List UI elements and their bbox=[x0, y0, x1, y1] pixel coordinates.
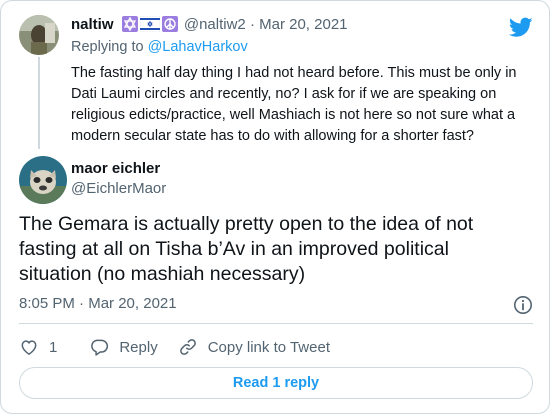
copy-link-button[interactable]: Copy link to Tweet bbox=[178, 337, 330, 357]
parent-author-name[interactable]: naltiw bbox=[71, 16, 114, 33]
tweet-date[interactable]: Mar 20, 2021 bbox=[88, 295, 176, 312]
peace-symbol-icon bbox=[161, 16, 178, 32]
reply-bubble-icon bbox=[91, 339, 109, 356]
copy-link-label: Copy link to Tweet bbox=[207, 338, 330, 356]
thread-connector-line bbox=[38, 57, 40, 149]
action-divider bbox=[19, 323, 533, 324]
parent-author-badges bbox=[121, 15, 178, 33]
heart-icon bbox=[21, 340, 37, 355]
replying-to-line: Replying to @LahavHarkov bbox=[71, 37, 248, 57]
timestamp-separator: · bbox=[79, 295, 85, 312]
info-icon[interactable] bbox=[513, 295, 533, 315]
twitter-bird-icon[interactable] bbox=[509, 15, 533, 39]
parent-tweet-text: The fasting half day thing I had not hea… bbox=[71, 65, 517, 144]
parent-tweet-header: naltiw @naltiw2 · Mar 20, 2021 bbox=[71, 15, 348, 35]
meta-separator: · bbox=[249, 16, 255, 33]
main-author-name[interactable]: maor eichler bbox=[71, 159, 160, 179]
reply-label: Reply bbox=[119, 338, 158, 356]
tweet-timestamp[interactable]: 8:05 PM · Mar 20, 2021 bbox=[19, 294, 177, 314]
tweet-embed-card: naltiw @naltiw2 · Mar 20, 2021 Replying … bbox=[0, 0, 550, 414]
main-author-handle[interactable]: @EichlerMaor bbox=[71, 179, 166, 199]
parent-tweet-date[interactable]: Mar 20, 2021 bbox=[259, 16, 347, 33]
parent-avatar[interactable] bbox=[19, 15, 59, 55]
star-of-david-icon bbox=[121, 16, 138, 32]
main-tweet-text: The Gemara is actually pretty open to th… bbox=[19, 213, 474, 285]
replying-to-link[interactable]: @LahavHarkov bbox=[148, 39, 248, 55]
replying-to-prefix: Replying to bbox=[71, 39, 144, 55]
like-count: 1 bbox=[49, 338, 58, 356]
tweet-actions-bar: 1 Reply Copy link to Tweet bbox=[19, 336, 330, 358]
parent-author-handle[interactable]: @naltiw2 bbox=[184, 16, 246, 33]
link-chain-icon bbox=[179, 339, 196, 355]
read-replies-button[interactable]: Read 1 reply bbox=[19, 367, 533, 399]
israel-flag-icon bbox=[139, 15, 160, 33]
main-author-avatar[interactable] bbox=[19, 156, 67, 204]
tweet-time[interactable]: 8:05 PM bbox=[19, 295, 75, 312]
like-button[interactable]: 1 bbox=[19, 337, 57, 357]
reply-button[interactable]: Reply bbox=[89, 337, 158, 357]
